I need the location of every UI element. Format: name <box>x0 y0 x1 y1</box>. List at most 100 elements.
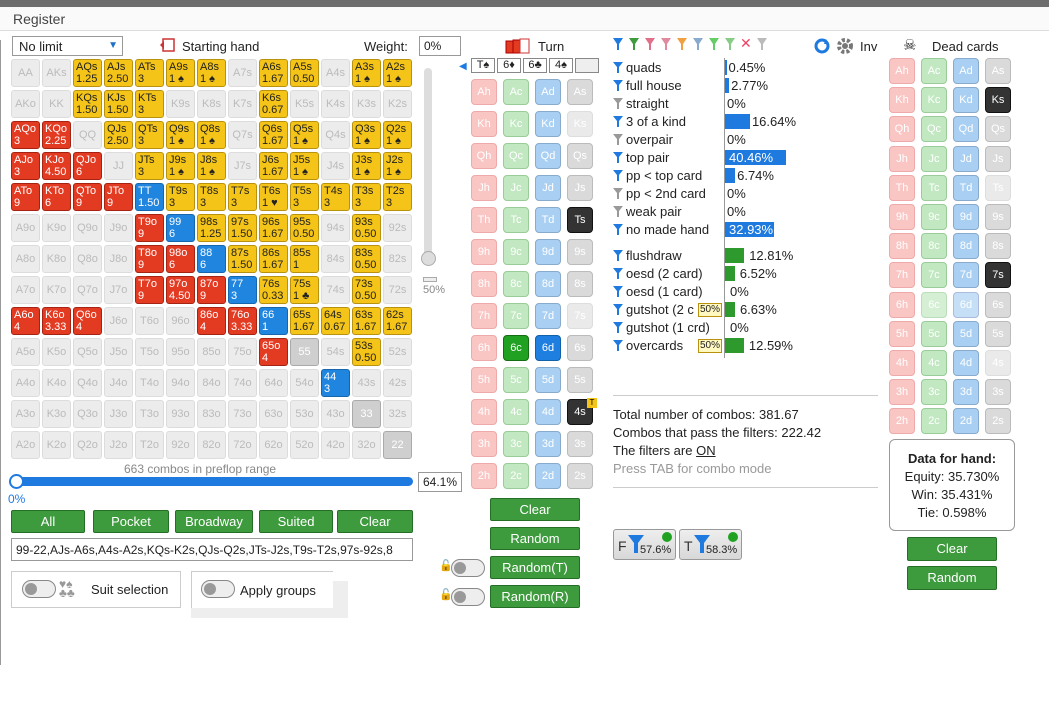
filter-icon[interactable] <box>692 37 704 51</box>
dead-deck-card[interactable]: 5d <box>953 320 979 347</box>
hand-cell[interactable]: A7o <box>11 276 40 304</box>
hand-cell[interactable]: Q6o 4 <box>73 307 102 335</box>
turn-deck-card[interactable]: 7c <box>503 303 529 329</box>
turn-deck-card[interactable]: Qs <box>567 143 593 169</box>
turn-deck-card[interactable]: 3d <box>535 431 561 457</box>
refresh-icon[interactable] <box>813 37 833 55</box>
hand-cell[interactable]: J3o <box>104 400 133 428</box>
hand-cell[interactable]: 98s 1.25 <box>197 214 226 242</box>
dead-deck-card[interactable]: 2d <box>953 408 979 435</box>
hand-cell[interactable]: 94o <box>166 369 195 397</box>
hand-cell[interactable]: 76o 3.33 <box>228 307 257 335</box>
hand-cell[interactable]: ATo 9 <box>11 183 40 211</box>
hand-cell[interactable]: 43o <box>321 400 350 428</box>
hand-cell[interactable]: A2s 1 ♠ <box>383 59 412 87</box>
hand-cell[interactable]: Q4o <box>73 369 102 397</box>
hand-cell[interactable]: T7o 9 <box>135 276 164 304</box>
dead-deck-card[interactable]: 2s <box>985 408 1011 435</box>
turn-deck-card[interactable]: Qc <box>503 143 529 169</box>
turn-deck-card[interactable]: 7s <box>567 303 593 329</box>
hand-cell[interactable]: 95s 0.50 <box>290 214 319 242</box>
hand-cell[interactable]: 97s 1.50 <box>228 214 257 242</box>
hand-cell[interactable]: 53o <box>290 400 319 428</box>
dead-deck-card[interactable]: 9s <box>985 204 1011 230</box>
hand-cell[interactable]: KTs 3 <box>135 90 164 118</box>
turn-deck-card[interactable]: 9s <box>567 239 593 265</box>
hand-cell[interactable]: K4s <box>321 90 350 118</box>
hand-cell[interactable]: 82s <box>383 245 412 273</box>
hand-cell[interactable]: K9s <box>166 90 195 118</box>
turn-clear-button[interactable]: Clear <box>490 498 580 521</box>
hand-cell[interactable]: 93o <box>166 400 195 428</box>
hand-cell[interactable]: 73s 0.50 <box>352 276 381 304</box>
board-card[interactable]: 6♦ <box>497 58 521 73</box>
filter-icon[interactable] <box>756 37 768 51</box>
turn-randomr-button[interactable]: Random(R) <box>490 585 580 608</box>
turn-deck-card[interactable]: Jc <box>503 175 529 201</box>
hand-cell[interactable]: Q8o <box>73 245 102 273</box>
hand-cell[interactable]: AKo <box>11 90 40 118</box>
hand-cell[interactable]: Q7s <box>228 121 257 149</box>
hand-cell[interactable]: AQo 3 <box>11 121 40 149</box>
hand-cell[interactable]: A6o 4 <box>11 307 40 335</box>
filter-icon[interactable] <box>644 37 656 51</box>
turn-deck-card[interactable]: 3h <box>471 431 497 457</box>
turn-deck-card[interactable]: Js <box>567 175 593 201</box>
hand-cell[interactable]: 74s <box>321 276 350 304</box>
turn-deck-card[interactable]: 7h <box>471 303 497 329</box>
filter-icon[interactable] <box>613 79 623 92</box>
suit-selection-toggle[interactable] <box>22 580 56 598</box>
dead-deck-card[interactable]: 8h <box>889 233 915 260</box>
dead-deck-card[interactable]: Kc <box>921 87 947 114</box>
hand-cell[interactable]: A9o <box>11 214 40 242</box>
hand-cell[interactable]: 85s 1 <box>290 245 319 273</box>
hand-cell[interactable]: 43s <box>352 369 381 397</box>
filter-badge-f[interactable]: F 57.6% <box>613 529 676 560</box>
stat-weight-badge[interactable]: 50% <box>698 339 723 353</box>
dead-deck-card[interactable]: Ks <box>985 87 1011 114</box>
turn-deck-card[interactable]: Kd <box>535 111 561 137</box>
turn-deck-card[interactable]: 6h <box>471 335 497 361</box>
turn-deck-card[interactable]: 4c <box>503 399 529 425</box>
hand-cell[interactable]: 53s 0.50 <box>352 338 381 366</box>
hand-cell[interactable]: A5o <box>11 338 40 366</box>
dead-deck-card[interactable]: Qd <box>953 116 979 143</box>
hand-cell[interactable]: 94s <box>321 214 350 242</box>
hand-cell[interactable]: 96s 1.67 <box>259 214 288 242</box>
hand-cell[interactable]: 74o <box>228 369 257 397</box>
filter-icon[interactable] <box>628 37 640 51</box>
filter-icon[interactable] <box>613 133 623 146</box>
hand-cell[interactable]: 75s 1 ♣ <box>290 276 319 304</box>
dead-deck-card[interactable]: 2h <box>889 408 915 435</box>
hand-cell[interactable]: 54s <box>321 338 350 366</box>
range-slider-thumb[interactable] <box>9 474 24 489</box>
hand-cell[interactable]: 32o <box>352 431 381 459</box>
hand-cell[interactable]: J6o <box>104 307 133 335</box>
dead-deck-card[interactable]: 3s <box>985 379 1011 406</box>
dead-deck-card[interactable]: Jh <box>889 145 915 172</box>
dead-deck-card[interactable]: 7s <box>985 262 1011 289</box>
game-type-select[interactable]: No limit ▼ <box>12 36 123 56</box>
hand-cell[interactable]: Q2s 1 ♠ <box>383 121 412 149</box>
turn-deck-card[interactable]: 2c <box>503 463 529 489</box>
turn-deck-card[interactable]: 3c <box>503 431 529 457</box>
hand-cell[interactable]: 95o <box>166 338 195 366</box>
hand-cell[interactable]: 65o 4 <box>259 338 288 366</box>
hand-cell[interactable]: 64s 0.67 <box>321 307 350 335</box>
hand-cell[interactable]: 72s <box>383 276 412 304</box>
gear-icon[interactable] <box>835 36 855 56</box>
hand-cell[interactable]: 76s 0.33 <box>259 276 288 304</box>
hand-cell[interactable]: AJs 2.50 <box>104 59 133 87</box>
hand-cell[interactable]: T6s 1 ♥ <box>259 183 288 211</box>
hand-cell[interactable]: 54o <box>290 369 319 397</box>
weight-slider-track[interactable] <box>424 68 432 263</box>
dead-deck-card[interactable]: 3h <box>889 379 915 406</box>
hand-cell[interactable]: 22 <box>383 431 412 459</box>
hand-cell[interactable]: J8s 1 ♠ <box>197 152 226 180</box>
turn-deck-card[interactable]: Kh <box>471 111 497 137</box>
filter-icon[interactable] <box>660 37 672 51</box>
hand-cell[interactable]: QJo 6 <box>73 152 102 180</box>
hand-cell[interactable]: 75o <box>228 338 257 366</box>
hand-cell[interactable]: J7s <box>228 152 257 180</box>
hand-cell[interactable]: T4s 3 <box>321 183 350 211</box>
